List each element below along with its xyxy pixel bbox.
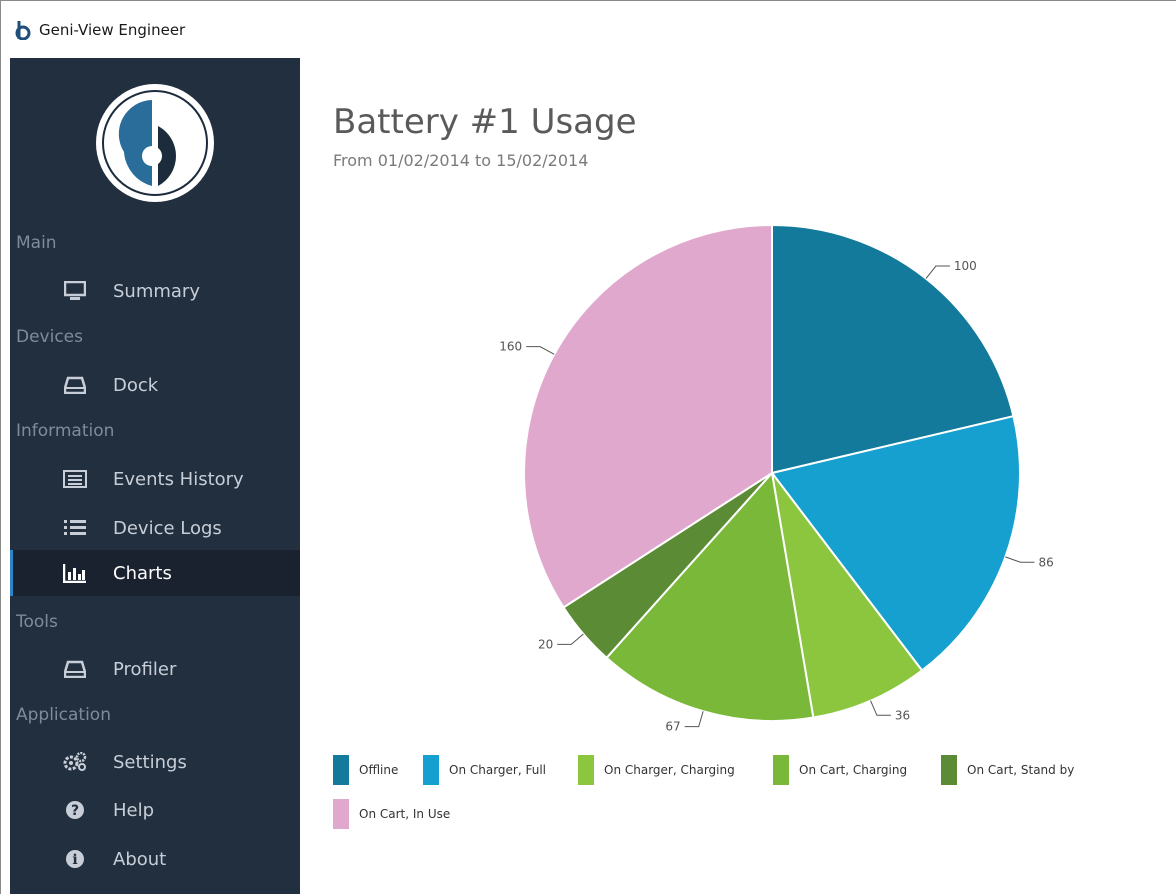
monitor-icon [63, 280, 87, 302]
legend-label: On Charger, Charging [604, 763, 735, 777]
info-icon: i [63, 848, 87, 870]
sidebar-item-device-logs[interactable]: Device Logs [10, 505, 300, 551]
drive-icon [63, 374, 87, 396]
legend-item-on-charger-full[interactable]: On Charger, Full [423, 755, 546, 785]
gears-icon [63, 751, 87, 773]
sidebar-item-charts[interactable]: Charts [10, 550, 300, 596]
legend-item-on-cart-charging[interactable]: On Cart, Charging [773, 755, 907, 785]
logo [94, 82, 216, 204]
main-content: Battery #1 Usage From 01/02/2014 to 15/0… [300, 58, 1176, 894]
sidebar-item-label: Dock [113, 374, 159, 396]
legend-swatch [333, 799, 349, 829]
sidebar-item-label: Summary [113, 280, 200, 302]
svg-text:?: ? [71, 803, 79, 819]
data-label-leader [526, 346, 555, 355]
section-information-label: Information [16, 421, 115, 441]
sidebar-item-label: Events History [113, 468, 244, 490]
legend-label: Offline [359, 763, 399, 777]
section-tools-label: Tools [16, 612, 58, 632]
data-label: 67 [665, 720, 680, 734]
legend-swatch [333, 755, 349, 785]
legend-item-on-cart-stand-by[interactable]: On Cart, Stand by [941, 755, 1074, 785]
drive-icon [63, 658, 87, 680]
sidebar-item-settings[interactable]: Settings [10, 739, 300, 785]
data-label-leader [1005, 556, 1035, 563]
data-label-leader [557, 633, 584, 645]
question-icon: ? [63, 799, 87, 821]
sidebar-item-label: Help [113, 799, 155, 821]
legend-item-offline[interactable]: Offline [333, 755, 398, 785]
section-main-label: Main [16, 233, 57, 253]
legend-item-on-charger-charging[interactable]: On Charger, Charging [578, 755, 735, 785]
list-box-icon [63, 468, 87, 490]
section-devices-label: Devices [16, 327, 83, 347]
svg-text:i: i [72, 852, 77, 868]
bar-chart-icon [63, 562, 87, 584]
legend-label: On Cart, Stand by [967, 763, 1075, 777]
data-label: 100 [954, 259, 977, 273]
section-application-label: Application [16, 705, 111, 725]
legend-label: On Cart, Charging [799, 763, 908, 777]
legend-label: On Cart, In Use [359, 807, 451, 821]
sidebar-item-events-history[interactable]: Events History [10, 456, 300, 502]
sidebar-item-profiler[interactable]: Profiler [10, 646, 300, 692]
window-title: Geni-View Engineer [39, 20, 186, 39]
app-logo-icon [11, 19, 33, 41]
data-label-leader [870, 700, 891, 716]
legend-swatch [423, 755, 439, 785]
title-bar: Geni-View Engineer [1, 1, 1176, 58]
sidebar-item-dock[interactable]: Dock [10, 362, 300, 408]
sidebar-item-label: Charts [113, 562, 172, 584]
legend-swatch [578, 755, 594, 785]
data-label: 160 [499, 340, 522, 354]
sidebar-item-label: About [113, 848, 167, 870]
data-label-leader [684, 711, 704, 728]
data-label: 20 [538, 637, 553, 651]
sidebar-item-help[interactable]: ? Help [10, 787, 300, 833]
sidebar: Main Summary Devices Dock Information Ev… [10, 58, 300, 894]
list-icon [63, 517, 87, 539]
legend-item-on-cart-in-use[interactable]: On Cart, In Use [333, 799, 450, 829]
data-label-leader [925, 265, 950, 279]
sidebar-item-summary[interactable]: Summary [10, 268, 300, 314]
legend-swatch [941, 755, 957, 785]
data-label: 86 [1038, 555, 1053, 569]
window-border-left [0, 0, 1, 894]
legend-label: On Charger, Full [449, 763, 547, 777]
sidebar-item-label: Settings [113, 751, 187, 773]
pie-chart: 100 86 36 67 20 160 [499, 223, 1054, 734]
sidebar-item-about[interactable]: i About [10, 836, 300, 882]
sidebar-item-label: Profiler [113, 658, 177, 680]
sidebar-item-label: Device Logs [113, 517, 222, 539]
legend-swatch [773, 755, 789, 785]
data-label: 36 [895, 708, 910, 722]
